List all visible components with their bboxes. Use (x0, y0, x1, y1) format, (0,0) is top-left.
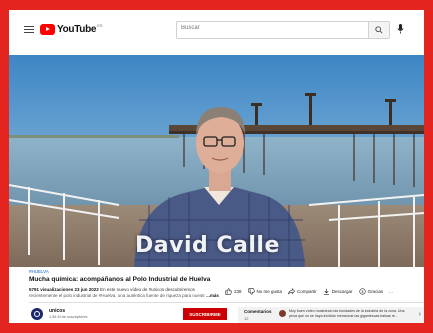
thanks-label: Gracias (367, 289, 384, 294)
youtube-play-icon (40, 23, 55, 35)
youtube-logo[interactable]: YouTube ES (40, 23, 103, 35)
comments-count: 12 (244, 316, 249, 321)
like-count: 238 (234, 289, 242, 294)
thumbs-down-icon (247, 288, 255, 295)
commenter-avatar (279, 310, 286, 317)
thanks-button[interactable]: $ Gracias (358, 288, 384, 295)
description-line-2: recientemente el polo industrial de #Hue… (29, 293, 205, 298)
video-title: Mucha química: acompáñanos al Polo Indus… (29, 276, 211, 283)
dislike-button[interactable]: No me gusta (247, 288, 283, 295)
svg-text:$: $ (361, 290, 363, 294)
comments-title: Comentarios (244, 309, 272, 314)
share-label: Compartir (297, 289, 317, 294)
video-meta: 5791 visualizaciones 23 jun 2022 En este… (29, 287, 195, 292)
more-actions-icon: ... (389, 289, 393, 294)
microphone-icon[interactable] (397, 24, 404, 34)
share-icon (288, 288, 296, 295)
thanks-icon: $ (358, 288, 366, 295)
view-count: 5791 visualizaciones (29, 287, 74, 292)
subscribe-button[interactable]: SUSCRIBIRME (183, 308, 227, 320)
upload-date: 23 jun 2022 (74, 287, 99, 292)
comments-teaser[interactable]: Comentarios 12 Muy buen vídeo mostrando … (238, 307, 424, 323)
comment-preview: Muy buen vídeo mostrando las bondades de… (289, 309, 405, 318)
video-watermark: David Calle (135, 233, 280, 258)
channel-name[interactable]: unicos (49, 308, 65, 314)
thumbs-up-icon (225, 288, 232, 295)
more-actions-button[interactable]: ... (389, 289, 393, 294)
search-input[interactable] (181, 25, 361, 31)
youtube-wordmark: YouTube (57, 23, 97, 35)
divider (29, 302, 424, 303)
download-icon (323, 288, 329, 295)
search-icon (375, 26, 383, 34)
search-box (176, 21, 390, 39)
video-hashtag[interactable]: #HUELVA (29, 269, 49, 274)
action-bar: 238 No me gusta Compartir Descargar $ Gr… (225, 288, 393, 295)
show-more-link[interactable]: ...más (206, 293, 219, 298)
region-code: ES (97, 23, 103, 28)
subscriber-count: 1,96 M de suscriptores (49, 315, 88, 319)
description-line-1: En este nuevo vídeo de #unicos descubrir… (100, 287, 195, 292)
search-button[interactable] (368, 22, 389, 38)
channel-avatar[interactable] (31, 308, 43, 320)
menu-icon[interactable] (24, 26, 34, 34)
download-label: Descargar (331, 289, 353, 294)
browser-frame: YouTube ES Buscar David Calle #HUELVA Mu… (9, 10, 424, 323)
dislike-label: No me gusta (256, 289, 283, 294)
like-button[interactable]: 238 (225, 288, 242, 295)
share-button[interactable]: Compartir (288, 288, 317, 295)
chevron-right-icon[interactable]: › (419, 311, 421, 318)
top-bar: YouTube ES (9, 10, 424, 50)
download-button[interactable]: Descargar (323, 288, 353, 295)
description[interactable]: recientemente el polo industrial de #Hue… (29, 293, 224, 298)
